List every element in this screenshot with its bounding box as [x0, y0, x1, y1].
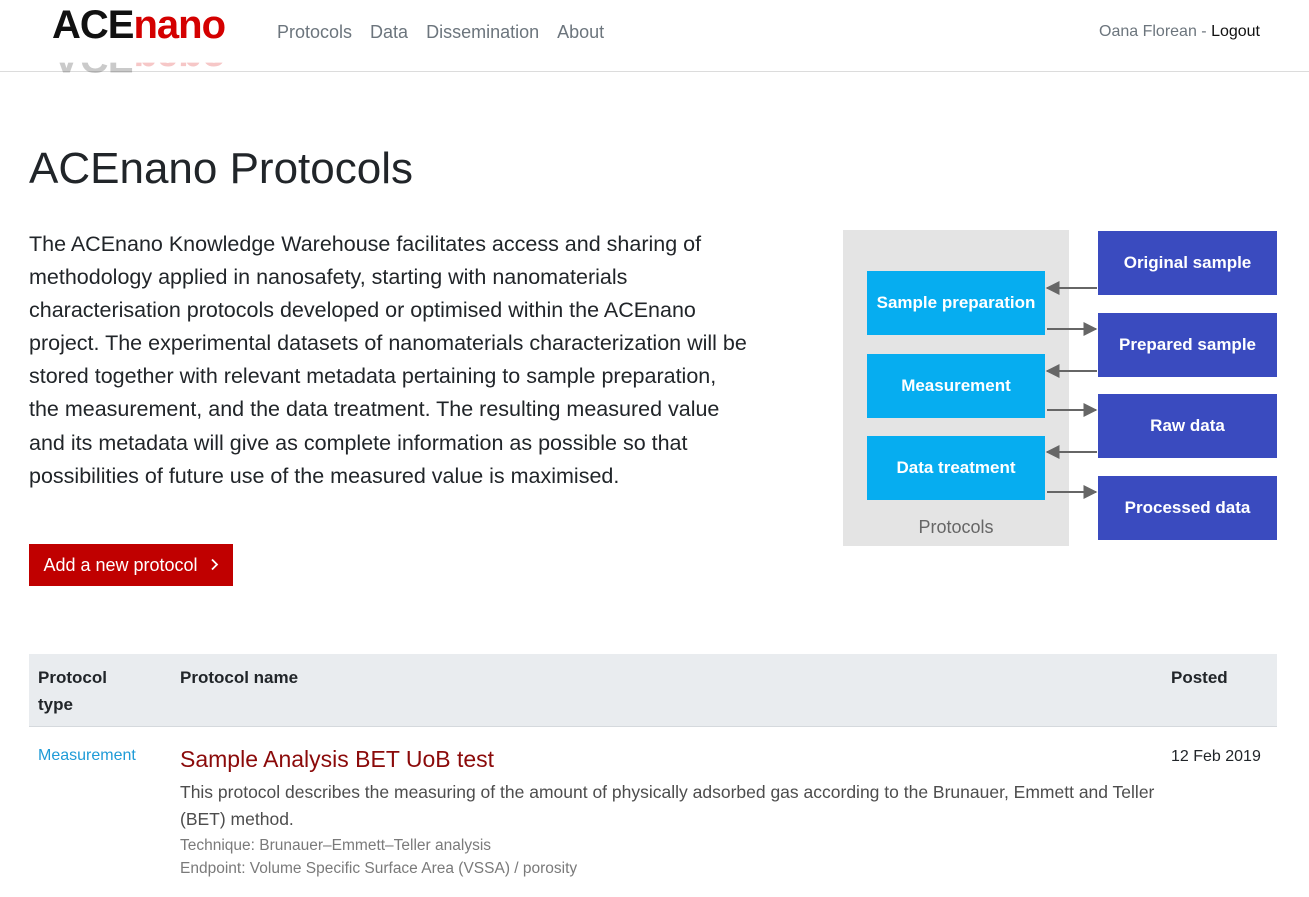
- table-header: Protocol type Protocol name Posted: [29, 654, 1277, 727]
- logo-wordmark: ACEnano: [52, 2, 226, 48]
- step-data-treatment: Data treatment: [867, 436, 1045, 500]
- nav-data[interactable]: Data: [370, 20, 408, 44]
- step-measurement: Measurement: [867, 354, 1045, 418]
- user-separator: -: [1196, 23, 1212, 40]
- output-processed-data: Processed data: [1098, 476, 1277, 540]
- step-sample-preparation: Sample preparation: [867, 271, 1045, 335]
- main-nav: Protocols Data Dissemination About: [277, 20, 622, 44]
- logo-text-nano: nano: [133, 3, 226, 47]
- chevron-right-icon: [210, 556, 219, 574]
- nav-dissemination[interactable]: Dissemination: [426, 20, 539, 44]
- protocols-table: Protocol type Protocol name Posted Measu…: [29, 654, 1277, 897]
- top-navbar: ACEnano ACEnano Protocols Data Dissemina…: [0, 0, 1309, 72]
- output-raw-data: Raw data: [1098, 394, 1277, 458]
- intro-paragraph: The ACEnano Knowledge Warehouse facilita…: [29, 232, 747, 488]
- protocol-endpoint: Endpoint: Volume Specific Surface Area (…: [180, 860, 578, 877]
- protocol-posted-date: 12 Feb 2019: [1171, 748, 1261, 765]
- page-title: ACEnano Protocols: [29, 144, 413, 193]
- add-protocol-button[interactable]: Add a new protocol: [29, 544, 233, 586]
- protocol-type-link[interactable]: Measurement: [38, 747, 136, 765]
- protocols-panel-label: Protocols: [918, 517, 994, 537]
- user-area: Oana Florean - Logout: [1099, 22, 1260, 42]
- protocol-workflow-diagram: Protocols Sample preparation Measurement…: [843, 230, 1279, 548]
- user-name: Oana Florean: [1099, 23, 1197, 40]
- logo-text-ace: ACE: [52, 3, 134, 47]
- nav-protocols[interactable]: Protocols: [277, 20, 352, 44]
- protocol-technique: Technique: Brunauer–Emmett–Teller analys…: [180, 837, 492, 854]
- output-prepared-sample: Prepared sample: [1098, 313, 1277, 377]
- nav-about[interactable]: About: [557, 20, 604, 44]
- add-protocol-label: Add a new protocol: [43, 554, 198, 575]
- header-protocol-type[interactable]: Protocol type: [38, 664, 128, 718]
- protocol-name-link[interactable]: Sample Analysis BET UoB test: [180, 745, 494, 773]
- protocol-description: This protocol describes the measuring of…: [180, 782, 1155, 829]
- header-protocol-name[interactable]: Protocol name: [180, 664, 298, 691]
- logout-link[interactable]: Logout: [1211, 23, 1260, 40]
- output-original-sample: Original sample: [1098, 231, 1277, 295]
- header-posted[interactable]: Posted: [1171, 664, 1228, 691]
- acenano-logo[interactable]: ACEnano ACEnano: [52, 2, 242, 66]
- table-row: Measurement Sample Analysis BET UoB test…: [29, 727, 1277, 897]
